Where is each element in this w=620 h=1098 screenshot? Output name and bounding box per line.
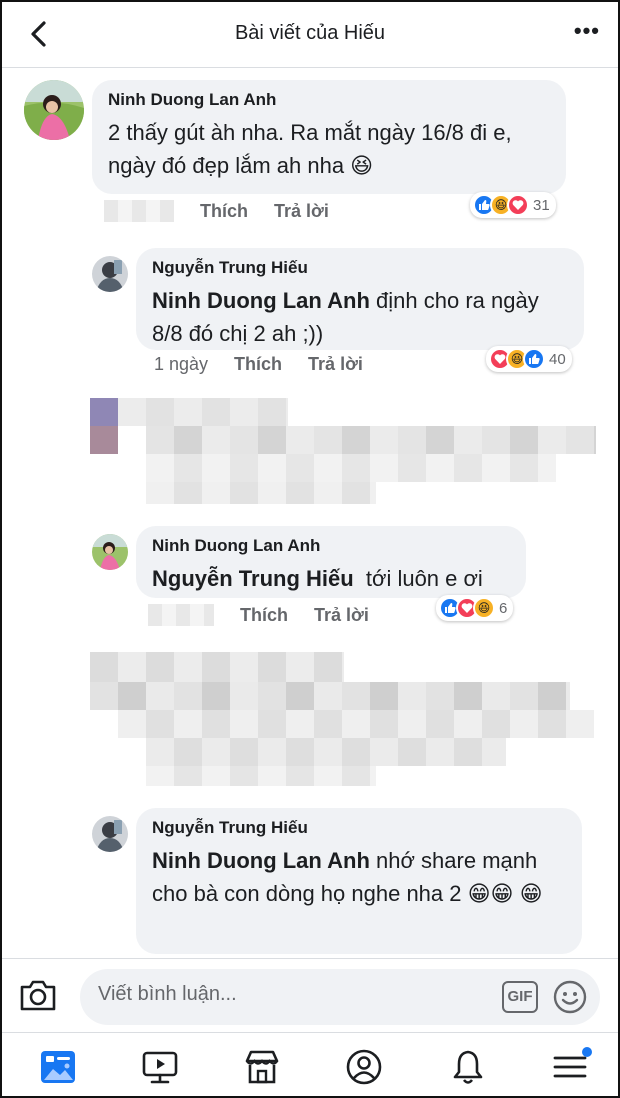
reaction-count: 6 [499,599,508,617]
timestamp-obscured [148,604,214,626]
reaction-summary[interactable]: 😆 40 [486,346,572,372]
timestamp-obscured [104,200,174,222]
comment-text: Ninh Duong Lan Anh định cho ra ngày 8/8 … [152,284,568,350]
avatar[interactable] [92,256,128,292]
marketplace-icon[interactable] [242,1047,282,1087]
comment-input-field: GIF [80,969,600,1025]
mention-link[interactable]: Ninh Duong Lan Anh [152,848,370,873]
emoji-icon[interactable] [552,979,588,1020]
comment-author[interactable]: Nguyễn Trung Hiếu [152,818,566,838]
top-bar: Bài viết của Hiếu ••• [2,2,618,68]
reaction-summary[interactable]: 😆 6 [436,595,514,621]
comment-actions: Thích Trả lời [148,604,395,626]
camera-icon[interactable] [18,977,58,1018]
comment-actions: Thích Trả lời [104,200,355,222]
love-reaction-icon [507,194,529,216]
like-button[interactable]: Thích [240,605,288,626]
news-feed-icon[interactable] [38,1047,78,1087]
mention-link[interactable]: Nguyễn Trung Hiếu [152,566,354,591]
haha-reaction-icon: 😆 [473,597,495,619]
avatar[interactable] [24,80,84,140]
like-button[interactable]: Thích [200,201,248,222]
like-reaction-icon [523,348,545,370]
comment-bubble[interactable]: Nguyễn Trung Hiếu Ninh Duong Lan Anh nhớ… [136,808,582,954]
comment-thread: Ninh Duong Lan Anh 2 thấy gút àh nha. Ra… [2,68,618,958]
reaction-count: 31 [533,196,550,214]
mention-link[interactable]: Ninh Duong Lan Anh [152,288,370,313]
reply-button[interactable]: Trả lời [274,201,329,222]
avatar[interactable] [92,816,128,852]
comment-composer: GIF [2,958,618,1032]
reply-button[interactable]: Trả lời [314,605,369,626]
comment-body: tới luôn e ơi [353,566,483,591]
gif-button[interactable]: GIF [502,981,538,1013]
comment-bubble[interactable]: Ninh Duong Lan Anh 2 thấy gút àh nha. Ra… [92,80,566,194]
comment-author[interactable]: Ninh Duong Lan Anh [108,90,550,110]
reaction-count: 40 [549,350,566,368]
watch-icon[interactable] [140,1047,180,1087]
avatar[interactable] [92,534,128,570]
comment-text: Ninh Duong Lan Anh nhớ share mạnh cho bà… [152,844,566,910]
comment-input[interactable] [98,983,478,1006]
comment-bubble[interactable]: Ninh Duong Lan Anh Nguyễn Trung Hiếu tới… [136,526,526,598]
bottom-tab-bar [2,1032,618,1096]
comment-timestamp[interactable]: 1 ngày [154,354,208,375]
comment-text: 2 thấy gút àh nha. Ra mắt ngày 16/8 đi e… [108,120,512,178]
reaction-summary[interactable]: 😆 31 [470,192,556,218]
comment-bubble[interactable]: Nguyễn Trung Hiếu Ninh Duong Lan Anh địn… [136,248,584,350]
redacted-comment [90,398,600,504]
comment-actions: 1 ngày Thích Trả lời [154,354,389,375]
reply-button[interactable]: Trả lời [308,354,363,375]
more-options-icon[interactable]: ••• [574,18,600,44]
profile-icon[interactable] [344,1047,384,1087]
redacted-comment [90,652,594,786]
menu-badge [582,1047,592,1057]
page-title: Bài viết của Hiếu [234,22,386,44]
comment-author[interactable]: Nguyễn Trung Hiếu [152,258,568,278]
comment-text: Nguyễn Trung Hiếu tới luôn e ơi [152,562,510,595]
notifications-icon[interactable] [448,1047,488,1087]
like-button[interactable]: Thích [234,354,282,375]
comment-author[interactable]: Ninh Duong Lan Anh [152,536,510,556]
